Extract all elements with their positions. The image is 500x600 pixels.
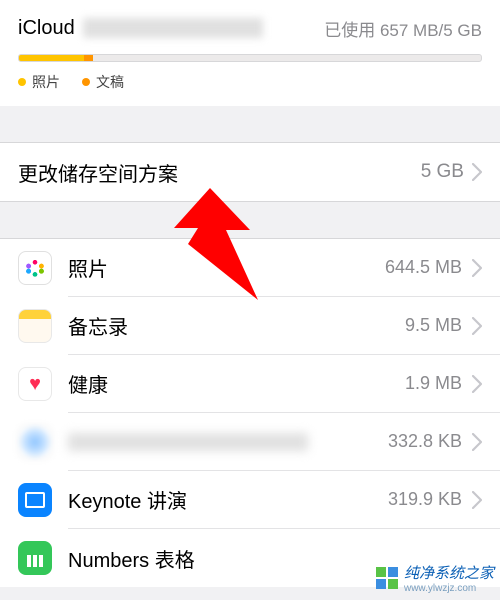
watermark-logo-icon (376, 567, 398, 589)
chevron-right-icon (472, 491, 482, 509)
icloud-account-name: iCloud (18, 17, 263, 40)
app-name: Numbers 表格 (68, 544, 195, 573)
storage-bar-photos (19, 55, 84, 61)
app-name: 健康 (68, 369, 108, 398)
storage-top-row: iCloud 已使用 657 MB/5 GB (18, 14, 482, 42)
list-item[interactable]: 备忘录 9.5 MB (0, 297, 500, 355)
chevron-right-icon (472, 163, 482, 181)
watermark-text: 纯净系统之家 (404, 565, 494, 582)
numbers-icon (18, 541, 52, 575)
icloud-storage-header: iCloud 已使用 657 MB/5 GB 照片 文稿 (0, 0, 500, 106)
list-item[interactable]: Keynote 讲演 319.9 KB (0, 471, 500, 529)
account-name-masked (83, 18, 263, 38)
app-size: 9.5 MB (405, 315, 462, 336)
storage-usage-bar (18, 54, 482, 62)
plan-right: 5 GB (421, 161, 482, 183)
dot-icon (82, 78, 90, 86)
app-size: 1.9 MB (405, 373, 462, 394)
chevron-right-icon (472, 317, 482, 335)
app-size: 644.5 MB (385, 257, 462, 278)
section-gap (0, 202, 500, 238)
health-icon: ♥ (18, 367, 52, 401)
list-item[interactable]: ♥ 健康 1.9 MB (0, 355, 500, 413)
storage-bar-docs (84, 55, 93, 61)
chevron-right-icon (472, 375, 482, 393)
dot-icon (18, 78, 26, 86)
legend-photos: 照片 (18, 72, 60, 92)
app-size: 332.8 KB (388, 431, 462, 452)
app-name: 备忘录 (68, 311, 128, 340)
keynote-icon (18, 483, 52, 517)
legend-docs: 文稿 (82, 72, 124, 92)
notes-icon (18, 309, 52, 343)
chevron-right-icon (472, 433, 482, 451)
plan-value: 5 GB (421, 161, 464, 183)
icloud-label: iCloud (18, 17, 75, 40)
change-storage-plan-label: 更改储存空间方案 (18, 158, 178, 187)
section-gap (0, 106, 500, 142)
change-storage-plan-row[interactable]: 更改储存空间方案 5 GB (0, 142, 500, 202)
watermark: 纯净系统之家 www.ylwzjz.com (376, 562, 494, 594)
app-storage-list: 照片 644.5 MB 备忘录 9.5 MB ♥ 健康 1.9 MB (0, 238, 500, 587)
list-item[interactable]: 照片 644.5 MB (0, 239, 500, 297)
watermark-sub: www.ylwzjz.com (404, 583, 494, 594)
storage-legend: 照片 文稿 (18, 72, 482, 92)
app-name-masked (68, 433, 308, 451)
storage-usage-text: 已使用 657 MB/5 GB (324, 16, 482, 41)
app-size: 319.9 KB (388, 489, 462, 510)
app-name: Keynote 讲演 (68, 485, 187, 514)
chevron-right-icon (472, 259, 482, 277)
list-item[interactable]: 332.8 KB (0, 413, 500, 471)
blurred-icon (18, 425, 52, 459)
app-name: 照片 (68, 253, 108, 282)
photos-icon (18, 251, 52, 285)
